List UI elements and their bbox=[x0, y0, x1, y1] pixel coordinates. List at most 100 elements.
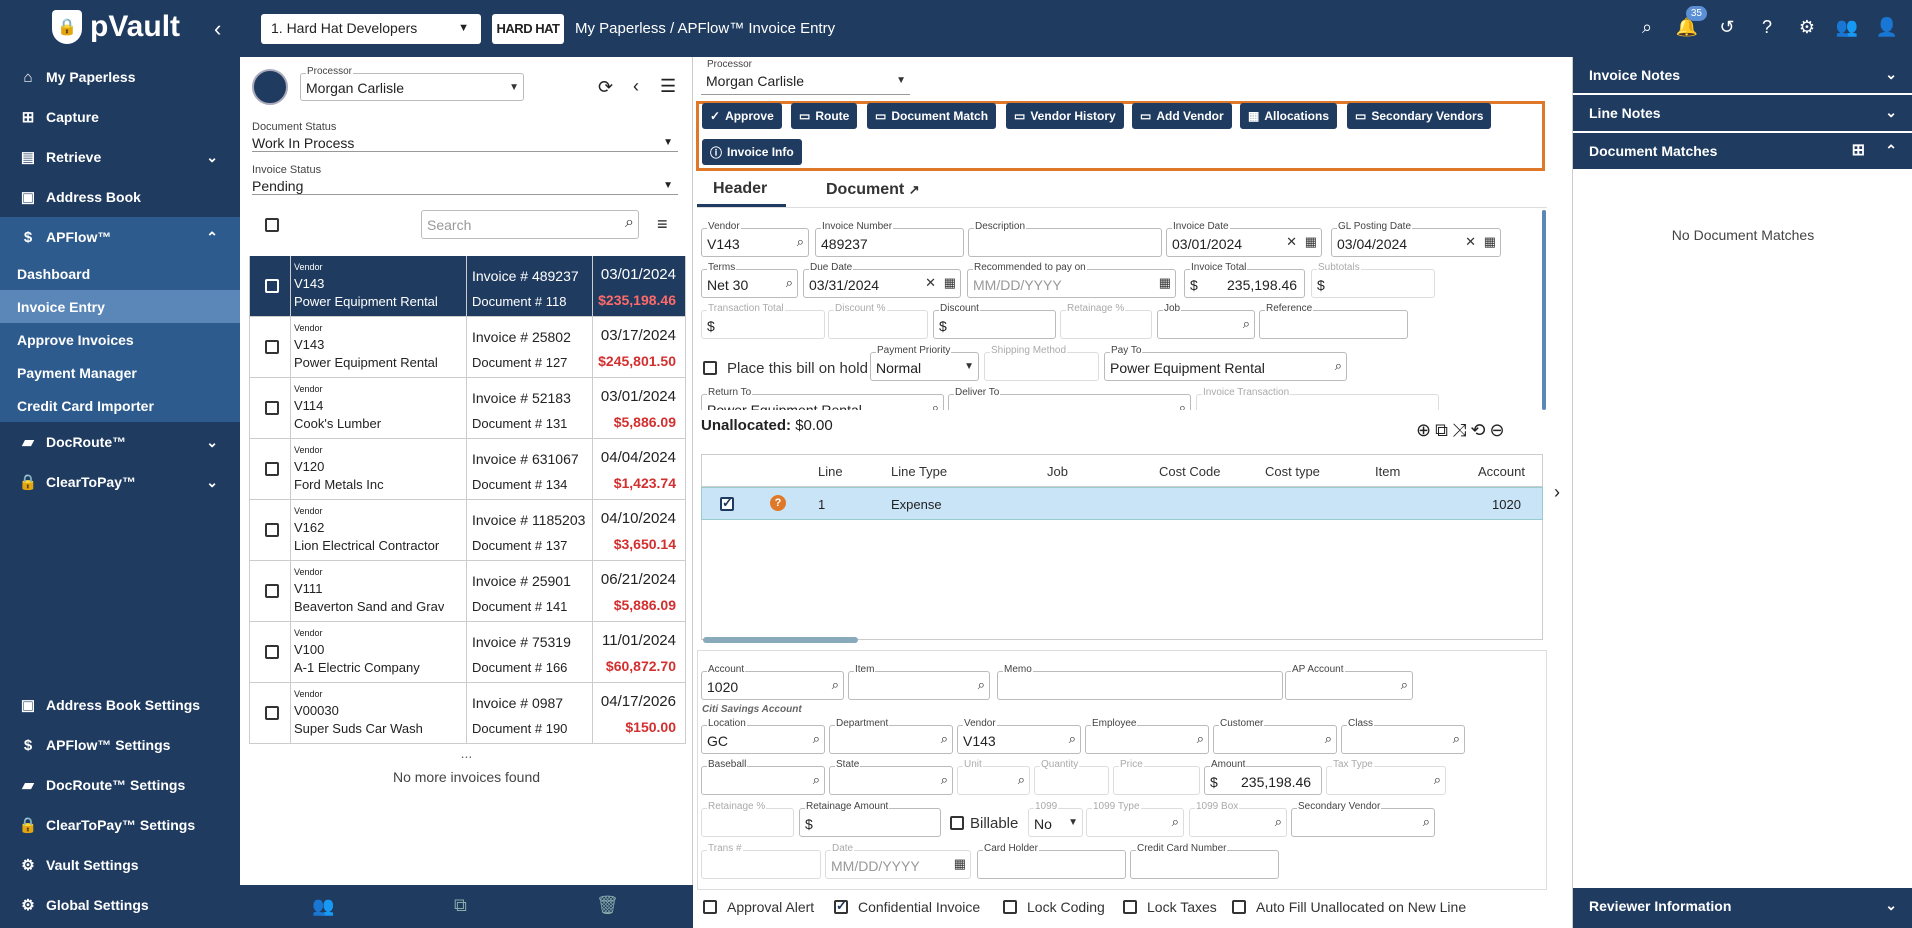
nav-address-book[interactable]: ▣ Address Book bbox=[0, 177, 240, 217]
option-checkbox[interactable]: Auto Fill Unallocated on New Line bbox=[1232, 898, 1466, 915]
tab-document[interactable]: Document ↗ bbox=[826, 181, 920, 199]
terms-field[interactable]: Terms Net 30 ⌕ bbox=[701, 262, 798, 298]
chevron-left-icon[interactable]: ‹ bbox=[633, 76, 639, 97]
search-input[interactable]: Search ⌕ bbox=[421, 210, 639, 239]
nav-retrieve[interactable]: ▤ Retrieve ⌄ bbox=[0, 137, 240, 177]
due-date-field[interactable]: Due Date 03/31/2024 ▦ ✕ bbox=[803, 262, 961, 298]
vendor-field[interactable]: Vendor V143 ⌕ bbox=[701, 221, 809, 257]
checkbox[interactable] bbox=[1232, 900, 1246, 914]
copy-icon[interactable]: ⧉ bbox=[454, 895, 467, 916]
option-checkbox[interactable]: Lock Coding bbox=[1003, 898, 1105, 915]
nav-apflow[interactable]: $ APFlow™ ⌃ bbox=[0, 217, 240, 257]
nav-approve-invoices[interactable]: Approve Invoices bbox=[0, 323, 240, 356]
chevron-right-icon[interactable]: › bbox=[1554, 482, 1560, 503]
invoice-date-field[interactable]: Invoice Date 03/01/2024 ▦ ✕ bbox=[1166, 221, 1322, 257]
help-icon[interactable]: ? bbox=[1754, 14, 1780, 40]
document-status-select[interactable]: Document Status Work In Process ▼ bbox=[252, 121, 678, 152]
settings-icon[interactable]: ⚙ bbox=[1794, 14, 1820, 40]
vendor-history-button[interactable]: ▭ Vendor History bbox=[1006, 103, 1124, 129]
main-processor-select[interactable]: Processor Morgan Carlisle ▼ bbox=[701, 59, 910, 95]
collapse-sidebar-icon[interactable]: ‹ bbox=[214, 16, 221, 42]
checkbox[interactable] bbox=[834, 898, 848, 914]
history-icon[interactable]: ↺ bbox=[1714, 14, 1740, 40]
option-checkbox[interactable]: Confidential Invoice bbox=[834, 898, 980, 915]
document-match-button[interactable]: ▭ Document Match bbox=[867, 103, 997, 129]
row-checkbox[interactable] bbox=[265, 645, 279, 659]
invoice-row[interactable]: Vendor V111 Beaverton Sand and Gravel In… bbox=[249, 561, 686, 622]
nav-capture[interactable]: ⊞ Capture bbox=[0, 97, 240, 137]
nav-my-paperless[interactable]: ⌂ My Paperless bbox=[0, 57, 240, 97]
allocation-row[interactable]: ? 1 Expense 1020 bbox=[701, 487, 1543, 520]
row-checkbox[interactable] bbox=[265, 279, 279, 293]
row-checkbox[interactable] bbox=[265, 401, 279, 415]
job-field[interactable]: Job ⌕ bbox=[1157, 303, 1255, 339]
checkbox[interactable] bbox=[703, 900, 717, 914]
checkbox[interactable] bbox=[1123, 900, 1137, 914]
nav-apflow-settings[interactable]: $ APFlow™ Settings bbox=[0, 725, 240, 765]
payment-priority-select[interactable]: Payment Priority Normal ▼ bbox=[870, 345, 979, 381]
nav-address-book-settings[interactable]: ▣ Address Book Settings bbox=[0, 685, 240, 725]
retainage-amount-field[interactable]: Retainage Amount $ bbox=[799, 801, 941, 837]
location-field[interactable]: Location GC ⌕ bbox=[701, 718, 825, 754]
nav-vault-settings[interactable]: ⚙ Vault Settings bbox=[0, 845, 240, 885]
row-checkbox[interactable] bbox=[720, 495, 734, 511]
row-checkbox[interactable] bbox=[265, 584, 279, 598]
route-button[interactable]: ▭ Route bbox=[791, 103, 858, 129]
company-select[interactable]: 1. Hard Hat Developers ▼ bbox=[261, 14, 481, 44]
remove-line-icon[interactable]: ⊖ bbox=[1489, 420, 1504, 441]
breadcrumb[interactable]: My Paperless / APFlow™ Invoice Entry bbox=[575, 20, 835, 37]
refresh-icon[interactable]: ⟳ bbox=[598, 77, 613, 98]
invoice-row[interactable]: Vendor V143 Power Equipment Rental Invoi… bbox=[249, 256, 686, 317]
customer-field[interactable]: Customer ⌕ bbox=[1213, 718, 1337, 754]
users-icon[interactable]: 👥 bbox=[1834, 14, 1860, 40]
row-checkbox[interactable] bbox=[265, 340, 279, 354]
memo-field[interactable]: Memo bbox=[997, 664, 1283, 700]
invoice-notes-header[interactable]: Invoice Notes ⌄ bbox=[1573, 57, 1912, 93]
hold-checkbox[interactable] bbox=[703, 361, 717, 375]
search-icon[interactable]: ⌕ bbox=[1634, 14, 1660, 40]
invoice-row[interactable]: Vendor V00030 Super Suds Car Wash Invoic… bbox=[249, 683, 686, 744]
nav-global-settings[interactable]: ⚙ Global Settings bbox=[0, 885, 240, 925]
ap-account-field[interactable]: AP Account ⌕ bbox=[1285, 664, 1413, 700]
detail-vendor-field[interactable]: Vendor V143 ⌕ bbox=[957, 718, 1081, 754]
copy-line-icon[interactable]: ⧉ bbox=[1435, 420, 1448, 441]
brand-logo[interactable]: 🔒 pVault bbox=[52, 10, 180, 44]
item-field[interactable]: Item ⌕ bbox=[848, 664, 990, 700]
invoice-status-select[interactable]: Invoice Status Pending ▼ bbox=[252, 164, 678, 195]
account-field[interactable]: Account 1020 ⌕ bbox=[701, 664, 844, 700]
hold-checkbox-group[interactable]: Place this bill on hold bbox=[703, 359, 868, 377]
gl-posting-date-field[interactable]: GL Posting Date 03/04/2024 ▦ ✕ bbox=[1331, 221, 1501, 257]
select-all-checkbox[interactable] bbox=[265, 218, 279, 232]
class-field[interactable]: Class ⌕ bbox=[1341, 718, 1465, 754]
document-matches-header[interactable]: Document Matches ⊞ ⌃ bbox=[1573, 133, 1912, 169]
invoice-row[interactable]: Vendor V162 Lion Electrical Contractor I… bbox=[249, 500, 686, 561]
invoice-total-field[interactable]: Invoice Total $235,198.46 bbox=[1184, 262, 1305, 298]
grid-hscrollbar[interactable] bbox=[703, 637, 858, 643]
sync-icon[interactable]: ⟲ bbox=[1470, 420, 1485, 441]
nav-cleartopay-settings[interactable]: 🔒 ClearToPay™ Settings bbox=[0, 805, 240, 845]
description-field[interactable]: Description bbox=[968, 221, 1162, 257]
add-vendor-button[interactable]: ▭ Add Vendor bbox=[1132, 103, 1232, 129]
reference-field[interactable]: Reference bbox=[1259, 303, 1408, 339]
allocations-button[interactable]: ▦ Allocations bbox=[1240, 103, 1338, 129]
employee-field[interactable]: Employee ⌕ bbox=[1085, 718, 1209, 754]
card-holder-field[interactable]: Card Holder bbox=[977, 843, 1126, 879]
line-notes-header[interactable]: Line Notes ⌄ bbox=[1573, 95, 1912, 131]
invoice-row[interactable]: Vendor V120 Ford Metals Inc Invoice # 63… bbox=[249, 439, 686, 500]
add-document-icon[interactable]: ⊞ bbox=[1852, 140, 1865, 160]
reviewer-information-header[interactable]: Reviewer Information ⌄ bbox=[1573, 888, 1912, 928]
billable-checkbox-group[interactable]: Billable bbox=[950, 814, 1018, 832]
nav-cleartopay[interactable]: 🔒 ClearToPay™ ⌄ bbox=[0, 462, 240, 502]
filter-icon[interactable]: ≡ bbox=[657, 214, 668, 235]
secondary-vendor-field[interactable]: Secondary Vendor ⌕ bbox=[1291, 801, 1435, 837]
invoice-row[interactable]: Vendor V100 A-1 Electric Company Invoice… bbox=[249, 622, 686, 683]
nav-dashboard[interactable]: Dashboard bbox=[0, 257, 240, 290]
processor-select[interactable]: Processor Morgan Carlisle ▼ bbox=[300, 66, 524, 101]
nav-payment-manager[interactable]: Payment Manager bbox=[0, 356, 240, 389]
invoice-info-button[interactable]: ⓘ Invoice Info bbox=[702, 139, 802, 165]
add-line-icon[interactable]: ⊕ bbox=[1416, 420, 1431, 441]
nav-docroute-settings[interactable]: ▰ DocRoute™ Settings bbox=[0, 765, 240, 805]
trash-icon[interactable]: 🗑 bbox=[596, 895, 619, 916]
row-checkbox[interactable] bbox=[265, 462, 279, 476]
option-checkbox[interactable]: Lock Taxes bbox=[1123, 898, 1217, 915]
